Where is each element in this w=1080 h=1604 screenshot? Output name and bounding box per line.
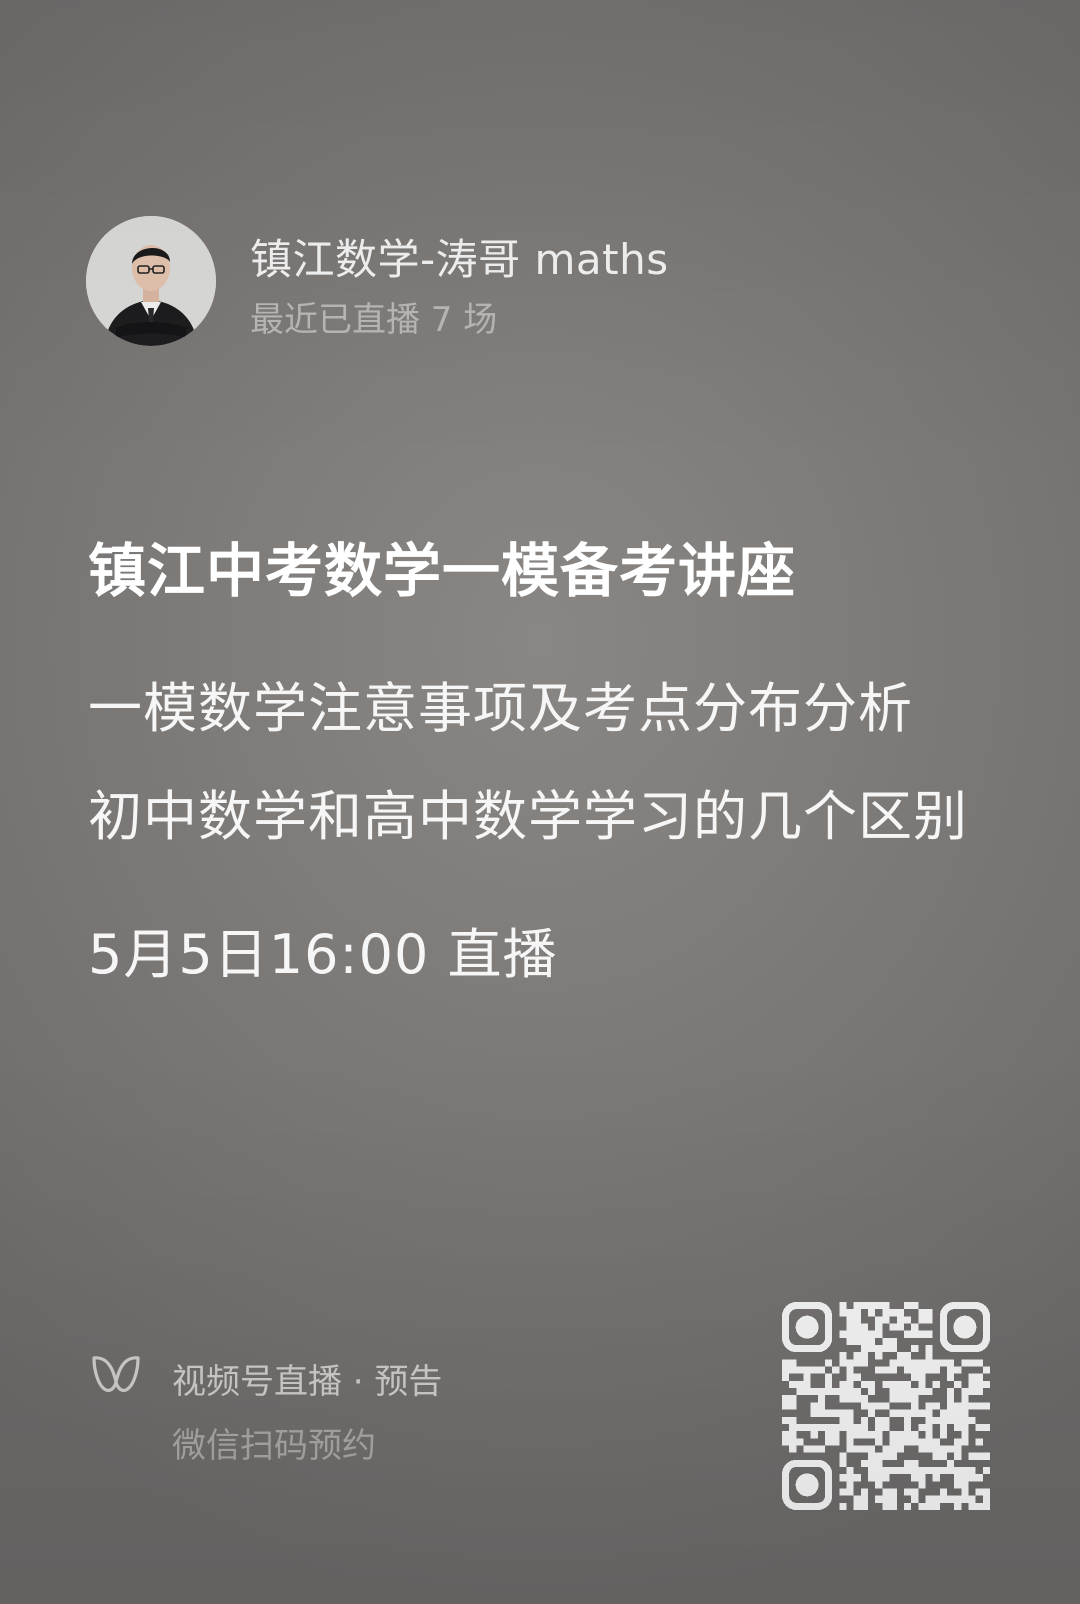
host-name[interactable]: 镇江数学-涛哥 maths bbox=[250, 226, 669, 287]
live-preview-poster: 镇江数学-涛哥 maths 最近已直播 7 场 镇江中考数学一模备考讲座 一模数… bbox=[0, 0, 1080, 1604]
scan-to-reserve-label: 微信扫码预约 bbox=[172, 1426, 376, 1466]
live-count: 最近已直播 7 场 bbox=[250, 300, 498, 340]
person-portrait-icon bbox=[86, 216, 216, 346]
event-topic: 一模数学注意事项及考点分布分析 bbox=[88, 677, 913, 740]
channels-live-preview-label: 视频号直播 · 预告 bbox=[172, 1362, 443, 1402]
channels-butterfly-icon bbox=[92, 1356, 140, 1392]
qr-code-icon[interactable] bbox=[782, 1302, 990, 1510]
event-topic: 初中数学和高中数学学习的几个区别 bbox=[88, 785, 968, 848]
event-title: 镇江中考数学一模备考讲座 bbox=[88, 537, 797, 605]
host-avatar[interactable] bbox=[86, 216, 216, 346]
event-schedule: 5月5日16:00 直播 bbox=[88, 923, 558, 986]
